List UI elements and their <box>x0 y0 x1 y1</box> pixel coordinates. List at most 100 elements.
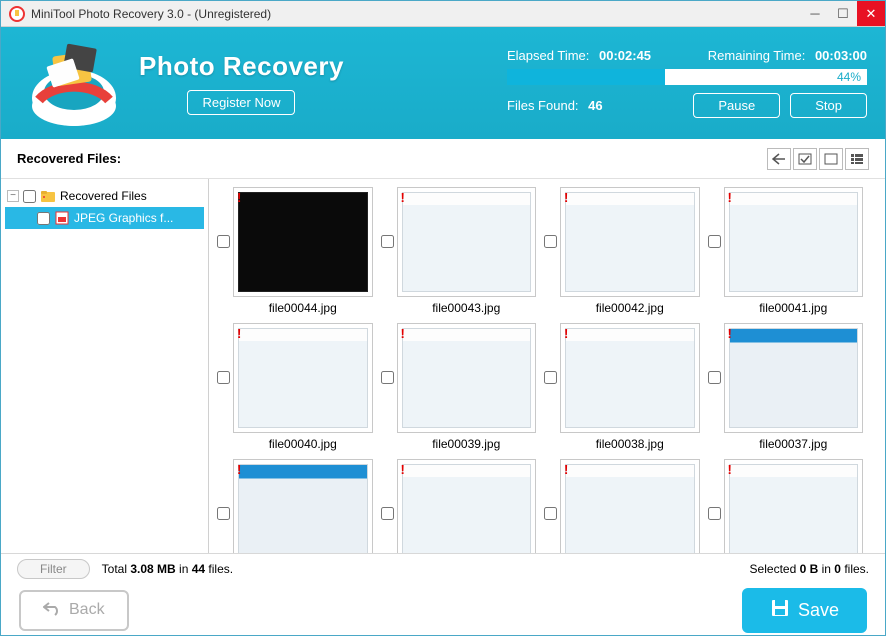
file-name: file00037.jpg <box>724 437 864 451</box>
file-checkbox[interactable] <box>544 235 557 248</box>
file-checkbox[interactable] <box>708 235 721 248</box>
back-icon[interactable] <box>767 148 791 170</box>
app-icon <box>9 6 25 22</box>
file-name: file00044.jpg <box>233 301 373 315</box>
file-item[interactable]: !file00043.jpg <box>381 187 537 319</box>
header: Photo Recovery Register Now Elapsed Time… <box>1 27 885 139</box>
maximize-button[interactable]: ☐ <box>829 1 857 26</box>
file-checkbox[interactable] <box>708 507 721 520</box>
back-button[interactable]: Back <box>19 590 129 631</box>
tree-root[interactable]: − Recovered Files <box>5 185 204 207</box>
window-controls: ─ ☐ ✕ <box>801 1 885 26</box>
file-item[interactable]: !file00042.jpg <box>544 187 700 319</box>
minimize-button[interactable]: ─ <box>801 1 829 26</box>
file-checkbox[interactable] <box>381 507 394 520</box>
file-checkbox[interactable] <box>544 507 557 520</box>
thumbnail[interactable]: ! <box>397 323 537 433</box>
close-button[interactable]: ✕ <box>857 1 885 26</box>
filter-button[interactable]: Filter <box>17 559 90 579</box>
file-item[interactable]: ! file00044.jpg <box>217 187 373 319</box>
file-item[interactable]: ! file00037.jpg <box>708 323 864 455</box>
jpeg-icon <box>54 210 70 226</box>
thumbnail[interactable]: ! <box>724 187 864 297</box>
remaining-value: 00:03:00 <box>815 48 867 63</box>
footer: Back Save <box>1 583 885 637</box>
alert-icon: ! <box>564 190 568 205</box>
file-item[interactable]: !file00036.jpg <box>217 459 373 553</box>
undo-icon <box>43 600 61 621</box>
alert-icon: ! <box>728 462 732 477</box>
file-item[interactable]: !file00040.jpg <box>217 323 373 455</box>
file-item[interactable]: !file00035.jpg <box>381 459 537 553</box>
register-button[interactable]: Register Now <box>187 90 295 115</box>
file-checkbox[interactable] <box>217 371 230 384</box>
pause-button[interactable]: Pause <box>693 93 780 118</box>
file-item[interactable]: ! file00041.jpg <box>708 187 864 319</box>
alert-icon: ! <box>564 326 568 341</box>
alert-icon: ! <box>237 326 241 341</box>
list-view-icon[interactable] <box>845 148 869 170</box>
toolbar: Recovered Files: <box>1 139 885 179</box>
file-checkbox[interactable] <box>217 235 230 248</box>
thumbnail[interactable]: ! <box>233 187 373 297</box>
file-item[interactable]: ! file00038.jpg <box>544 323 700 455</box>
deselect-all-icon[interactable] <box>819 148 843 170</box>
thumbnail[interactable]: ! <box>397 459 537 553</box>
alert-icon: ! <box>728 326 732 341</box>
app-title: Photo Recovery <box>139 51 344 82</box>
alert-icon: ! <box>401 462 405 477</box>
collapse-icon[interactable]: − <box>7 190 19 202</box>
file-checkbox[interactable] <box>544 371 557 384</box>
file-item[interactable]: ! file00039.jpg <box>381 323 537 455</box>
back-label: Back <box>69 601 105 619</box>
status-selected: Selected 0 B in 0 files. <box>750 562 869 576</box>
alert-icon: ! <box>564 462 568 477</box>
file-checkbox[interactable] <box>217 507 230 520</box>
tree-panel: − Recovered Files JPEG Graphics f... <box>1 179 209 553</box>
toolbar-label: Recovered Files: <box>17 151 121 166</box>
file-checkbox[interactable] <box>381 235 394 248</box>
tree-child-checkbox[interactable] <box>37 212 50 225</box>
file-name: file00041.jpg <box>724 301 864 315</box>
alert-icon: ! <box>401 326 405 341</box>
save-icon <box>770 598 790 623</box>
remaining-label: Remaining Time: <box>708 48 806 63</box>
file-grid[interactable]: ! file00044.jpg !file00043.jpg!file00042.j… <box>209 179 885 553</box>
select-all-icon[interactable] <box>793 148 817 170</box>
folder-icon <box>40 188 56 204</box>
thumbnail[interactable]: ! <box>560 323 700 433</box>
scan-stats: Elapsed Time: 00:02:45 Remaining Time: 0… <box>507 48 867 118</box>
alert-icon: ! <box>728 190 732 205</box>
elapsed-value: 00:02:45 <box>599 48 651 63</box>
file-name: file00038.jpg <box>560 437 700 451</box>
tree-child[interactable]: JPEG Graphics f... <box>5 207 204 229</box>
save-label: Save <box>798 600 839 621</box>
file-checkbox[interactable] <box>708 371 721 384</box>
tree-child-label: JPEG Graphics f... <box>74 211 173 225</box>
elapsed-label: Elapsed Time: <box>507 48 589 63</box>
tree-root-checkbox[interactable] <box>23 190 36 203</box>
thumbnail[interactable]: ! <box>560 459 700 553</box>
save-button[interactable]: Save <box>742 588 867 633</box>
thumbnail[interactable]: ! <box>724 459 864 553</box>
thumbnail[interactable]: ! <box>724 323 864 433</box>
thumbnail[interactable]: ! <box>233 323 373 433</box>
thumbnail[interactable]: ! <box>233 459 373 553</box>
found-label: Files Found: <box>507 98 579 113</box>
file-name: file00039.jpg <box>397 437 537 451</box>
progress-percent: 44% <box>837 69 861 85</box>
stop-button[interactable]: Stop <box>790 93 867 118</box>
alert-icon: ! <box>237 190 241 205</box>
file-item[interactable]: !file00034.jpg <box>544 459 700 553</box>
app-logo <box>19 36 129 131</box>
file-item[interactable]: !file00033.jpg <box>708 459 864 553</box>
status-total: Total 3.08 MB in 44 files. <box>102 562 233 576</box>
file-checkbox[interactable] <box>381 371 394 384</box>
alert-icon: ! <box>401 190 405 205</box>
thumbnail[interactable]: ! <box>560 187 700 297</box>
found-value: 46 <box>588 98 602 113</box>
progress-bar: 44% <box>507 69 867 85</box>
thumbnail[interactable]: ! <box>397 187 537 297</box>
statusbar: Filter Total 3.08 MB in 44 files. Select… <box>1 553 885 583</box>
file-grid-wrap: ! file00044.jpg !file00043.jpg!file00042.j… <box>209 179 885 553</box>
